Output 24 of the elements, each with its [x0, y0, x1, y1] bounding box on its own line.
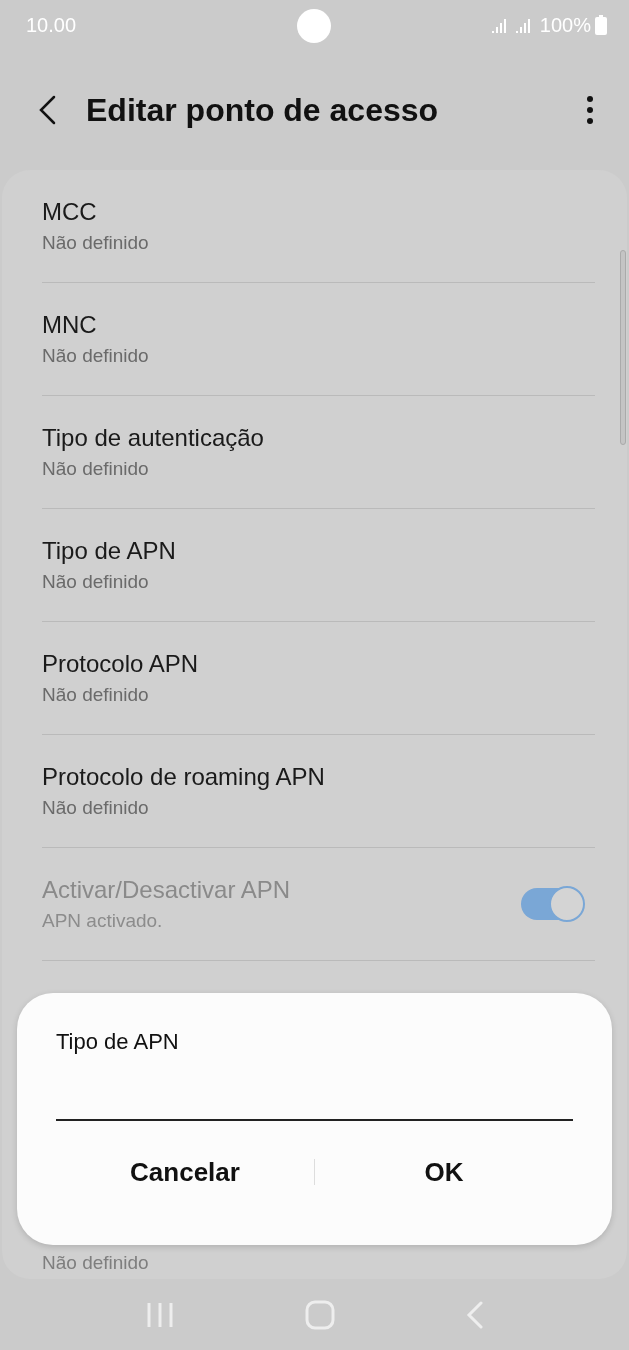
setting-title[interactable]: Tipo de APN — [42, 537, 595, 565]
setting-title[interactable]: Tipo de autenticação — [42, 424, 595, 452]
ok-button[interactable]: OK — [315, 1147, 573, 1197]
recent-apps-icon[interactable] — [145, 1300, 176, 1329]
camera-icon — [297, 9, 331, 43]
setting-title[interactable]: MNC — [42, 311, 595, 339]
setting-value: APN activado. — [42, 910, 164, 932]
setting-title[interactable]: MCC — [42, 198, 595, 226]
setting-title[interactable]: Protocolo APN — [42, 650, 595, 678]
home-icon[interactable] — [305, 1299, 336, 1330]
setting-value: Não definido — [42, 1251, 150, 1275]
setting-value: Não definido — [42, 571, 150, 593]
more-options-icon[interactable] — [587, 96, 593, 124]
setting-value: Não definido — [42, 232, 150, 254]
back-icon[interactable] — [38, 95, 56, 125]
setting-value: Não definido — [42, 345, 150, 367]
setting-value: Não definido — [42, 684, 150, 706]
setting-title[interactable]: Protocolo de roaming APN — [42, 763, 595, 791]
setting-value: Não definido — [42, 797, 150, 819]
cancel-button[interactable]: Cancelar — [56, 1147, 314, 1197]
setting-value: Não definido — [42, 458, 150, 480]
battery-icon — [595, 15, 607, 35]
dialog-title: Tipo de APN — [56, 1029, 180, 1055]
page-title: Editar ponto de acesso — [86, 91, 440, 129]
